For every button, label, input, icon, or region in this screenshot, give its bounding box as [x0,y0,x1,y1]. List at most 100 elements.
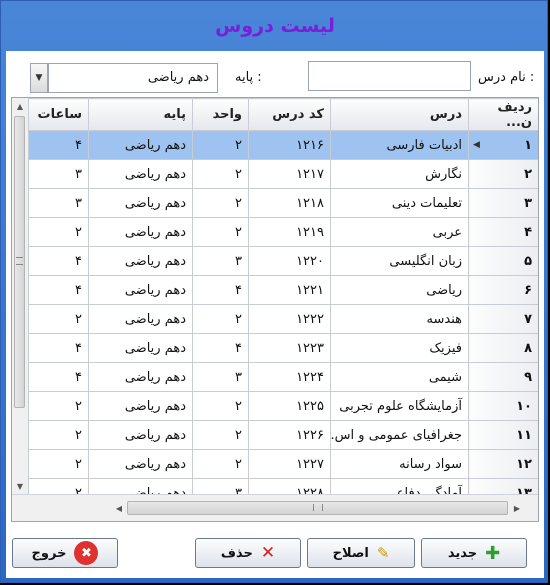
row-number-cell[interactable]: ۷ [468,304,538,334]
table-row[interactable]: ۶ ریاضی ۱۲۲۱ ۴ دهم ریاضی ۴ [28,275,538,305]
col-grade[interactable]: پایه [88,98,193,131]
units-cell[interactable]: ۲ [192,449,249,479]
grade-cell[interactable]: دهم ریاضی [88,159,193,189]
lesson-cell[interactable]: ادبیات فارسی [330,130,469,160]
units-cell[interactable]: ۲ [192,420,249,450]
lesson-code-cell[interactable]: ۱۲۱۹ [248,217,331,247]
lesson-code-cell[interactable]: ۱۲۲۴ [248,362,331,392]
lesson-cell[interactable]: نگارش [330,159,469,189]
col-row-number[interactable]: ردیف ن... [468,98,538,131]
vertical-scrollbar[interactable]: ▲ ▼ [12,98,29,494]
hours-cell[interactable]: ۲ [28,391,89,421]
lesson-cell[interactable]: ریاضی [330,275,469,305]
lesson-name-input[interactable] [308,61,471,91]
units-cell[interactable]: ۴ [192,275,249,305]
lesson-code-cell[interactable]: ۱۲۲۱ [248,275,331,305]
row-number-cell[interactable]: ۸ [468,333,538,363]
hours-cell[interactable]: ۴ [28,362,89,392]
row-number-cell[interactable]: ۲ [468,159,538,189]
table-row[interactable]: ۱۰ آزمایشگاه علوم تجربی ۱۲۲۵ ۲ دهم ریاضی ۲ [28,391,538,421]
units-cell[interactable]: ۳ [192,246,249,276]
lesson-cell[interactable]: تعلیمات دینی [330,188,469,218]
col-units[interactable]: واحد [192,98,249,131]
units-cell[interactable]: ۲ [192,159,249,189]
table-row[interactable]: ۷ هندسه ۱۲۲۲ ۲ دهم ریاضی ۲ [28,304,538,334]
lesson-cell[interactable]: سواد رسانه [330,449,469,479]
scroll-up-icon[interactable]: ▲ [12,98,28,114]
hours-cell[interactable]: ۳ [28,159,89,189]
lesson-cell[interactable]: هندسه [330,304,469,334]
table-row[interactable]: ۴ عربی ۱۲۱۹ ۲ دهم ریاضی ۲ [28,217,538,247]
delete-button[interactable]: حذف ✕ [195,538,301,568]
grade-cell[interactable]: دهم ریاضی [88,391,193,421]
col-lesson-code[interactable]: کد درس [248,98,331,131]
lesson-code-cell[interactable]: ۱۲۱۸ [248,188,331,218]
hours-cell[interactable]: ۲ [28,304,89,334]
table-row[interactable]: ۹ شیمی ۱۲۲۴ ۳ دهم ریاضی ۴ [28,362,538,392]
lesson-cell[interactable]: زبان انگلیسی [330,246,469,276]
hours-cell[interactable]: ۴ [28,275,89,305]
row-number-cell[interactable]: ۹ [468,362,538,392]
grade-cell[interactable]: دهم ریاضی [88,246,193,276]
lesson-cell[interactable]: آزمایشگاه علوم تجربی [330,391,469,421]
grade-cell[interactable]: دهم ریاضی [88,362,193,392]
table-row[interactable]: ۵ زبان انگلیسی ۱۲۲۰ ۳ دهم ریاضی ۴ [28,246,538,276]
units-cell[interactable]: ۲ [192,217,249,247]
units-cell[interactable]: ۴ [192,333,249,363]
grade-cell[interactable]: دهم ریاضی [88,188,193,218]
grade-cell[interactable]: دهم ریاضی [88,275,193,305]
table-row[interactable]: ۲ نگارش ۱۲۱۷ ۲ دهم ریاضی ۳ [28,159,538,189]
lesson-code-cell[interactable]: ۱۲۲۵ [248,391,331,421]
grade-cell[interactable]: دهم ریاضی [88,130,193,160]
lesson-cell[interactable]: عربی [330,217,469,247]
grade-cell[interactable]: دهم ریاضی [88,420,193,450]
units-cell[interactable]: ۲ [192,130,249,160]
units-cell[interactable]: ۳ [192,362,249,392]
grade-cell[interactable]: دهم ریاضی [88,449,193,479]
grade-cell[interactable]: دهم ریاضی [88,304,193,334]
grade-select[interactable]: دهم ریاضی [48,63,218,93]
horizontal-scroll-thumb[interactable] [127,501,508,515]
hours-cell[interactable]: ۴ [28,246,89,276]
lesson-cell[interactable]: جغرافیای عمومی و اس... [330,420,469,450]
scroll-down-icon[interactable]: ▼ [12,478,28,494]
table-row[interactable]: ۳ تعلیمات دینی ۱۲۱۸ ۲ دهم ریاضی ۳ [28,188,538,218]
row-number-cell[interactable]: ۴ [468,217,538,247]
lesson-code-cell[interactable]: ۱۲۲۲ [248,304,331,334]
row-number-cell[interactable]: ۱ ◀ [468,130,538,160]
grade-cell[interactable]: دهم ریاضی [88,333,193,363]
hours-cell[interactable]: ۴ [28,333,89,363]
edit-button[interactable]: اصلاح ✎ [307,538,415,568]
horizontal-scrollbar[interactable]: ◀ ▶ [12,494,538,521]
hours-cell[interactable]: ۲ [28,420,89,450]
hours-cell[interactable]: ۲ [28,449,89,479]
row-number-cell[interactable]: ۳ [468,188,538,218]
table-row[interactable]: ۸ فیزیک ۱۲۲۳ ۴ دهم ریاضی ۴ [28,333,538,363]
table-row[interactable]: ۱۲ سواد رسانه ۱۲۲۷ ۲ دهم ریاضی ۲ [28,449,538,479]
units-cell[interactable]: ۲ [192,188,249,218]
row-number-cell[interactable]: ۵ [468,246,538,276]
col-hours[interactable]: ساعات [28,98,89,131]
lesson-code-cell[interactable]: ۱۲۲۳ [248,333,331,363]
table-row[interactable]: ۱ ◀ ادبیات فارسی ۱۲۱۶ ۲ دهم ریاضی ۴ [28,130,538,160]
grade-cell[interactable]: دهم ریاضی [88,217,193,247]
lesson-code-cell[interactable]: ۱۲۱۷ [248,159,331,189]
grade-dropdown-arrow[interactable]: ▼ [30,63,48,93]
row-number-cell[interactable]: ۶ [468,275,538,305]
row-number-cell[interactable]: ۱۰ [468,391,538,421]
units-cell[interactable]: ۲ [192,304,249,334]
lesson-code-cell[interactable]: ۱۲۱۶ [248,130,331,160]
hours-cell[interactable]: ۲ [28,217,89,247]
new-button[interactable]: جدید ✚ [421,538,527,568]
lessons-grid[interactable]: ▲ ▼ ردیف ن... درس کد درس واحد پایه ساعات… [11,97,539,522]
exit-button[interactable]: خروج ✖ [12,538,118,568]
lesson-code-cell[interactable]: ۱۲۲۷ [248,449,331,479]
lesson-cell[interactable]: فیزیک [330,333,469,363]
row-number-cell[interactable]: ۱۲ [468,449,538,479]
lesson-code-cell[interactable]: ۱۲۲۰ [248,246,331,276]
vertical-scroll-thumb[interactable] [14,116,25,408]
lesson-code-cell[interactable]: ۱۲۲۶ [248,420,331,450]
col-lesson[interactable]: درس [330,98,469,131]
lesson-cell[interactable]: شیمی [330,362,469,392]
table-row[interactable]: ۱۱ جغرافیای عمومی و اس... ۱۲۲۶ ۲ دهم ریاضی ۲ [28,420,538,450]
